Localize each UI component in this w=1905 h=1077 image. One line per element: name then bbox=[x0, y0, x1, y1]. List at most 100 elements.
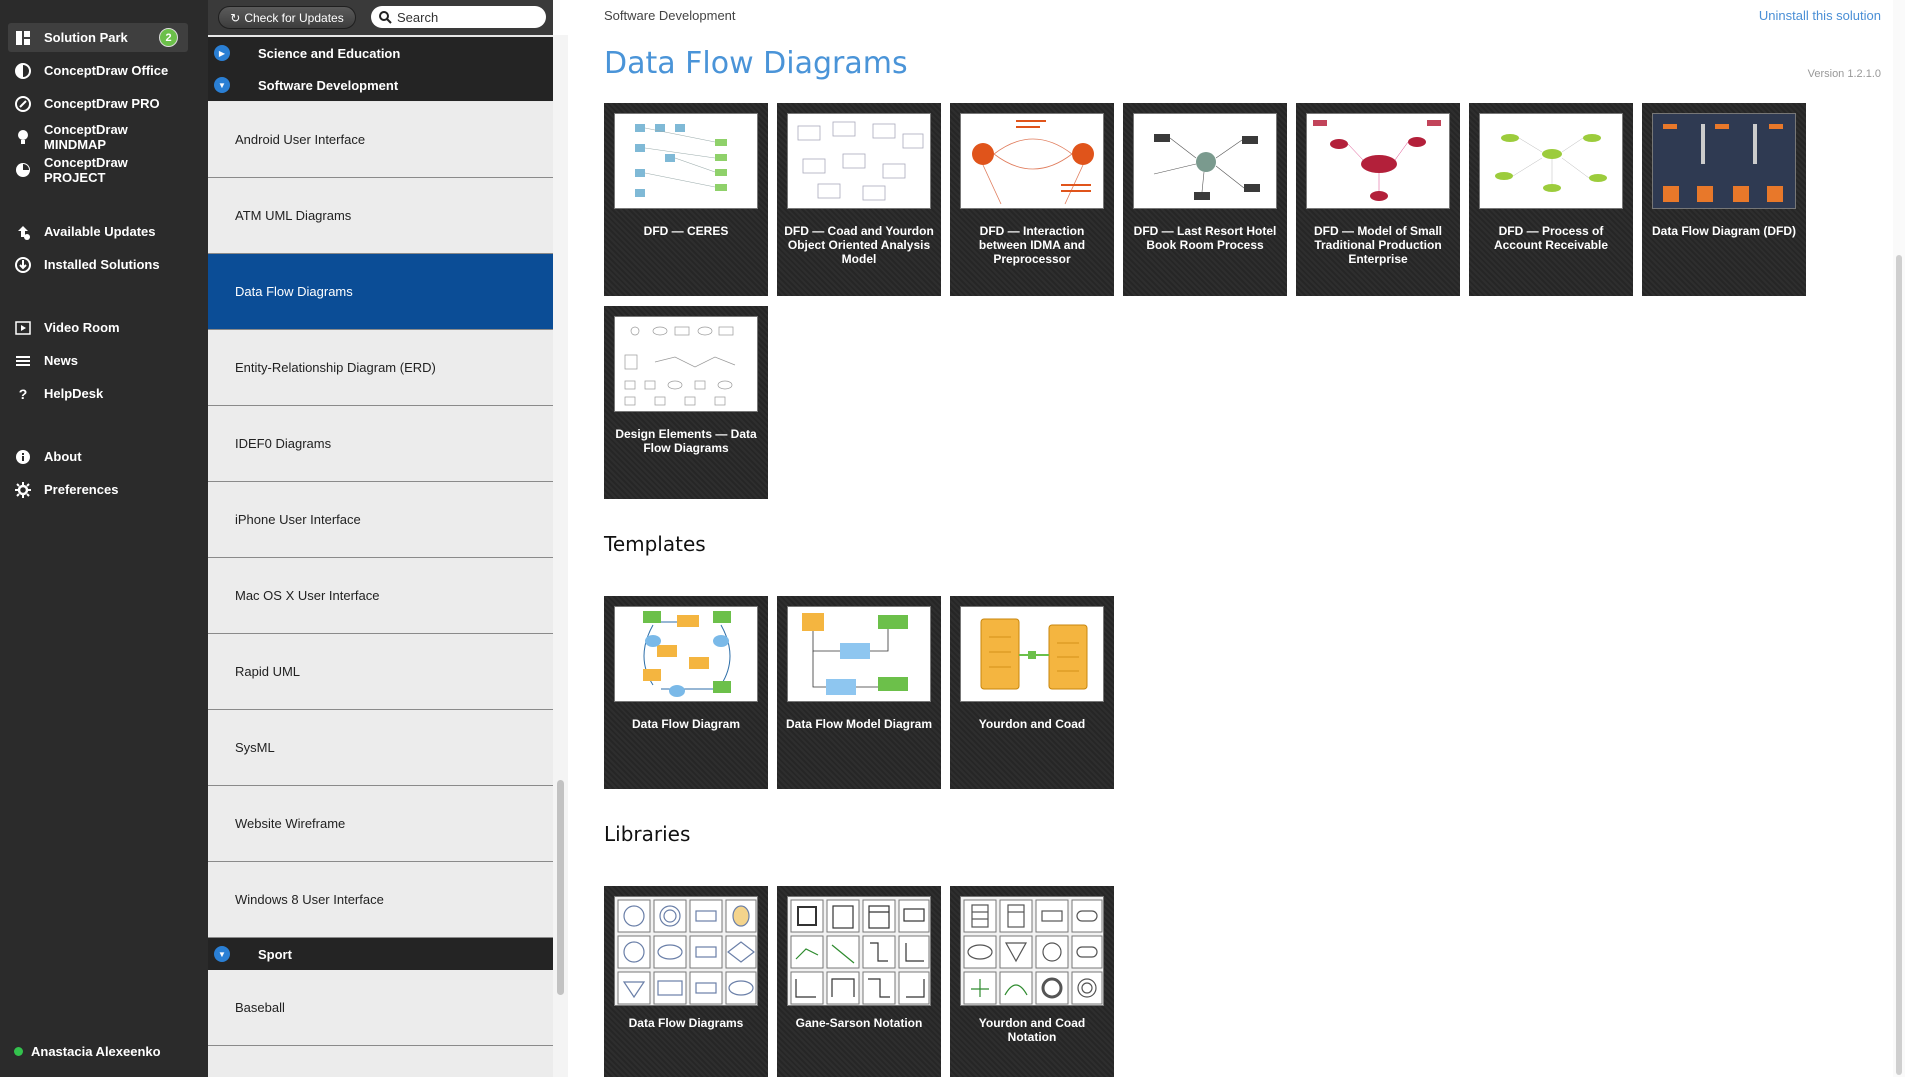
library-title: Data Flow Diagrams bbox=[628, 1016, 744, 1030]
example-card[interactable]: Data Flow Diagram (DFD) bbox=[1642, 103, 1806, 296]
category-label: Software Development bbox=[258, 77, 399, 93]
template-card[interactable]: Yourdon and Coad bbox=[950, 596, 1114, 789]
example-thumbnail bbox=[787, 113, 931, 209]
solution-label: IDEF0 Diagrams bbox=[235, 436, 332, 451]
help-icon: ? bbox=[18, 385, 28, 402]
library-card[interactable]: Data Flow Diagrams bbox=[604, 886, 768, 1077]
solution-item[interactable]: iPhone User Interface bbox=[208, 482, 553, 558]
nav-conceptdraw-project[interactable]: ConceptDraw PROJECT bbox=[8, 155, 188, 185]
expand-arrow-icon: ▶ bbox=[214, 45, 230, 61]
mindmap-icon bbox=[12, 126, 34, 148]
pro-icon bbox=[12, 93, 34, 115]
nav-about[interactable]: About bbox=[8, 442, 188, 471]
library-title: Yourdon and Coad Notation bbox=[978, 1016, 1086, 1044]
nav-available-updates[interactable]: Available Updates bbox=[8, 217, 188, 246]
nav-installed-solutions[interactable]: Installed Solutions bbox=[8, 250, 188, 279]
example-thumbnail bbox=[960, 113, 1104, 209]
template-thumbnail bbox=[787, 606, 931, 702]
version-label: Version 1.2.1.0 bbox=[1807, 68, 1881, 80]
library-thumbnail bbox=[960, 896, 1104, 1006]
example-title: DFD — Interaction between IDMA and Prepr… bbox=[978, 224, 1086, 266]
nav-label: News bbox=[44, 353, 78, 368]
example-card[interactable]: DFD — Last Resort Hotel Book Room Proces… bbox=[1123, 103, 1287, 296]
template-card[interactable]: Data Flow Diagram bbox=[604, 596, 768, 789]
category-science-and-education[interactable]: ▶ Science and Education bbox=[208, 37, 553, 69]
example-title: DFD — CERES bbox=[643, 224, 729, 238]
scrollbar-thumb[interactable] bbox=[1896, 255, 1902, 1075]
solution-label: ATM UML Diagrams bbox=[235, 208, 352, 223]
example-card[interactable]: DFD — Process of Account Receivable bbox=[1469, 103, 1633, 296]
example-title: Data Flow Diagram (DFD) bbox=[1651, 224, 1796, 238]
main-scrollbar[interactable] bbox=[1893, 0, 1905, 1077]
nav-label: ConceptDraw Office bbox=[44, 63, 169, 78]
category-sport[interactable]: ▼ Sport bbox=[208, 938, 553, 970]
example-title: DFD — Process of Account Receivable bbox=[1493, 224, 1609, 252]
template-thumbnail bbox=[614, 606, 758, 702]
category-label: Sport bbox=[258, 946, 292, 962]
example-card[interactable]: DFD — CERES bbox=[604, 103, 768, 296]
solution-item[interactable]: Android User Interface bbox=[208, 102, 553, 178]
solution-label: Rapid UML bbox=[235, 664, 301, 679]
solution-item-selected[interactable]: Data Flow Diagrams bbox=[208, 254, 553, 330]
nav-label: Solution Park bbox=[44, 30, 128, 45]
solution-item[interactable]: Entity-Relationship Diagram (ERD) bbox=[208, 330, 553, 406]
example-card[interactable]: DFD — Interaction between IDMA and Prepr… bbox=[950, 103, 1114, 296]
solution-label: Website Wireframe bbox=[235, 816, 346, 831]
solution-item[interactable]: ATM UML Diagrams bbox=[208, 178, 553, 254]
library-thumbnail bbox=[787, 896, 931, 1006]
video-icon bbox=[12, 317, 34, 339]
list-scrollbar[interactable] bbox=[553, 35, 568, 1077]
check-for-updates-button[interactable]: ↻ Check for Updates bbox=[218, 6, 356, 29]
solution-item[interactable] bbox=[208, 1046, 553, 1077]
example-title: DFD — Coad and Yourdon Object Oriented A… bbox=[784, 224, 934, 266]
solution-item[interactable]: Mac OS X User Interface bbox=[208, 558, 553, 634]
scrollbar-thumb[interactable] bbox=[557, 780, 564, 995]
nav-conceptdraw-office[interactable]: ConceptDraw Office bbox=[8, 56, 188, 85]
solution-item[interactable]: Website Wireframe bbox=[208, 786, 553, 862]
collapse-arrow-icon: ▼ bbox=[214, 946, 230, 962]
library-card[interactable]: Yourdon and Coad Notation bbox=[950, 886, 1114, 1077]
example-thumbnail bbox=[1306, 113, 1450, 209]
solution-item[interactable]: Rapid UML bbox=[208, 634, 553, 710]
solution-item[interactable]: IDEF0 Diagrams bbox=[208, 406, 553, 482]
nav-conceptdraw-pro[interactable]: ConceptDraw PRO bbox=[8, 89, 188, 118]
about-icon bbox=[12, 446, 34, 468]
search-placeholder: Search bbox=[397, 9, 439, 25]
solution-park-icon bbox=[12, 27, 34, 49]
solution-item[interactable]: SysML bbox=[208, 710, 553, 786]
templates-heading: Templates bbox=[604, 532, 706, 556]
nav-news[interactable]: News bbox=[8, 346, 188, 375]
current-user[interactable]: Anastacia Alexeenko bbox=[14, 1044, 161, 1059]
page-title: Data Flow Diagrams bbox=[604, 46, 908, 81]
template-card[interactable]: Data Flow Model Diagram bbox=[777, 596, 941, 789]
nav-label: ConceptDraw MINDMAP bbox=[44, 121, 128, 152]
project-icon bbox=[12, 159, 34, 181]
nav-helpdesk[interactable]: ? HelpDesk bbox=[8, 379, 188, 408]
library-title: Gane-Sarson Notation bbox=[795, 1016, 923, 1030]
nav-preferences[interactable]: Preferences bbox=[8, 475, 188, 504]
category-software-development[interactable]: ▼ Software Development bbox=[208, 69, 553, 101]
nav-video-room[interactable]: Video Room bbox=[8, 313, 188, 342]
solution-item[interactable]: Baseball bbox=[208, 970, 553, 1046]
updates-count-badge: 2 bbox=[159, 28, 178, 47]
uninstall-link[interactable]: Uninstall this solution bbox=[1759, 8, 1881, 23]
solution-label: Mac OS X User Interface bbox=[235, 588, 380, 603]
nav-label: ConceptDraw PRO bbox=[44, 96, 160, 111]
refresh-icon: ↻ bbox=[230, 10, 241, 25]
news-icon bbox=[12, 350, 34, 372]
nav-label: Video Room bbox=[44, 320, 120, 335]
example-card[interactable]: DFD — Coad and Yourdon Object Oriented A… bbox=[777, 103, 941, 296]
online-status-icon bbox=[14, 1047, 23, 1056]
solution-item[interactable]: Windows 8 User Interface bbox=[208, 862, 553, 938]
solution-label: Windows 8 User Interface bbox=[235, 892, 384, 907]
nav-label: About bbox=[44, 449, 82, 464]
search-icon bbox=[379, 10, 392, 24]
nav-label: Installed Solutions bbox=[44, 257, 160, 272]
example-thumbnail bbox=[614, 316, 758, 412]
search-input[interactable]: Search bbox=[371, 6, 546, 28]
nav-solution-park[interactable]: Solution Park 2 bbox=[8, 23, 188, 52]
library-card[interactable]: Gane-Sarson Notation bbox=[777, 886, 941, 1077]
example-card[interactable]: DFD — Model of Small Traditional Product… bbox=[1296, 103, 1460, 296]
nav-conceptdraw-mindmap[interactable]: ConceptDraw MINDMAP bbox=[8, 121, 188, 152]
example-card[interactable]: Design Elements — Data Flow Diagrams bbox=[604, 306, 768, 499]
